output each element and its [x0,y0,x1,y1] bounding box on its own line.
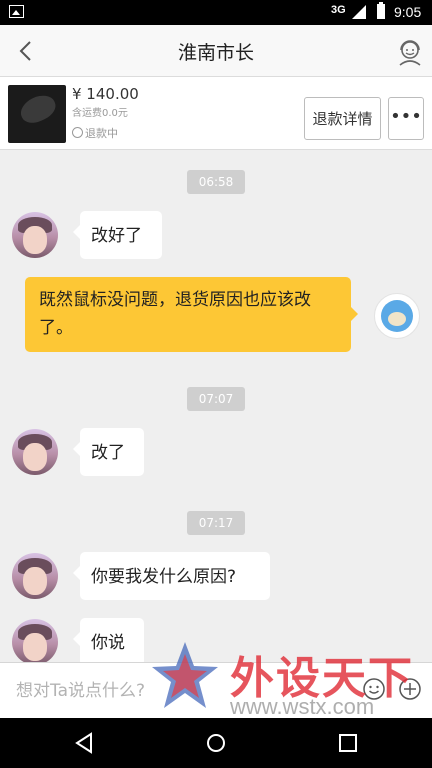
nav-back-icon[interactable] [72,731,96,755]
refund-status-label: 退款中 [85,127,118,140]
contact-avatar[interactable] [12,619,58,665]
message-input[interactable]: 想对Ta说点什么? [10,675,356,707]
system-navigation-bar [0,718,432,768]
chat-header: 淮南市长 [0,25,432,77]
refund-details-button[interactable]: 退款详情 [304,97,381,140]
contact-avatar[interactable] [12,553,58,599]
incoming-message: 你要我发什么原因? [73,552,270,600]
order-price: ¥ 140.00 [72,85,139,103]
shipping-fee: 含运费0.0元 [72,108,128,119]
outgoing-message: 既然鼠标没问题，退货原因也应该改了。 [25,277,358,352]
order-summary: ¥ 140.00 含运费0.0元 退款中 退款详情 ••• [0,77,432,150]
message-input-bar: 想对Ta说点什么? [0,662,432,718]
timestamp: 06:58 [187,170,245,194]
page-title: 淮南市长 [177,42,254,64]
timestamp: 07:17 [187,511,245,535]
image-notification-icon [9,5,24,18]
signal-icon [352,5,366,19]
self-avatar[interactable] [374,293,420,339]
timestamp: 07:07 [187,387,245,411]
product-thumbnail[interactable] [8,85,66,143]
contact-avatar[interactable] [12,429,58,475]
nav-home-icon[interactable] [204,731,228,755]
more-button[interactable]: ••• [388,97,424,140]
clock-icon [72,127,83,138]
battery-icon [377,2,385,19]
nav-recents-icon[interactable] [336,731,360,755]
network-type: 3G [331,4,346,16]
incoming-message: 改好了 [73,211,162,259]
contact-avatar[interactable] [12,212,58,258]
emoji-icon[interactable] [362,677,386,701]
refund-status: 退款中 [72,125,118,141]
status-bar: 3G 9:05 [0,0,432,25]
customer-service-icon[interactable] [396,38,424,66]
add-attachment-icon[interactable] [398,677,422,701]
status-time: 9:05 [394,4,422,20]
incoming-message: 你说 [73,618,144,666]
incoming-message: 改了 [73,428,144,476]
